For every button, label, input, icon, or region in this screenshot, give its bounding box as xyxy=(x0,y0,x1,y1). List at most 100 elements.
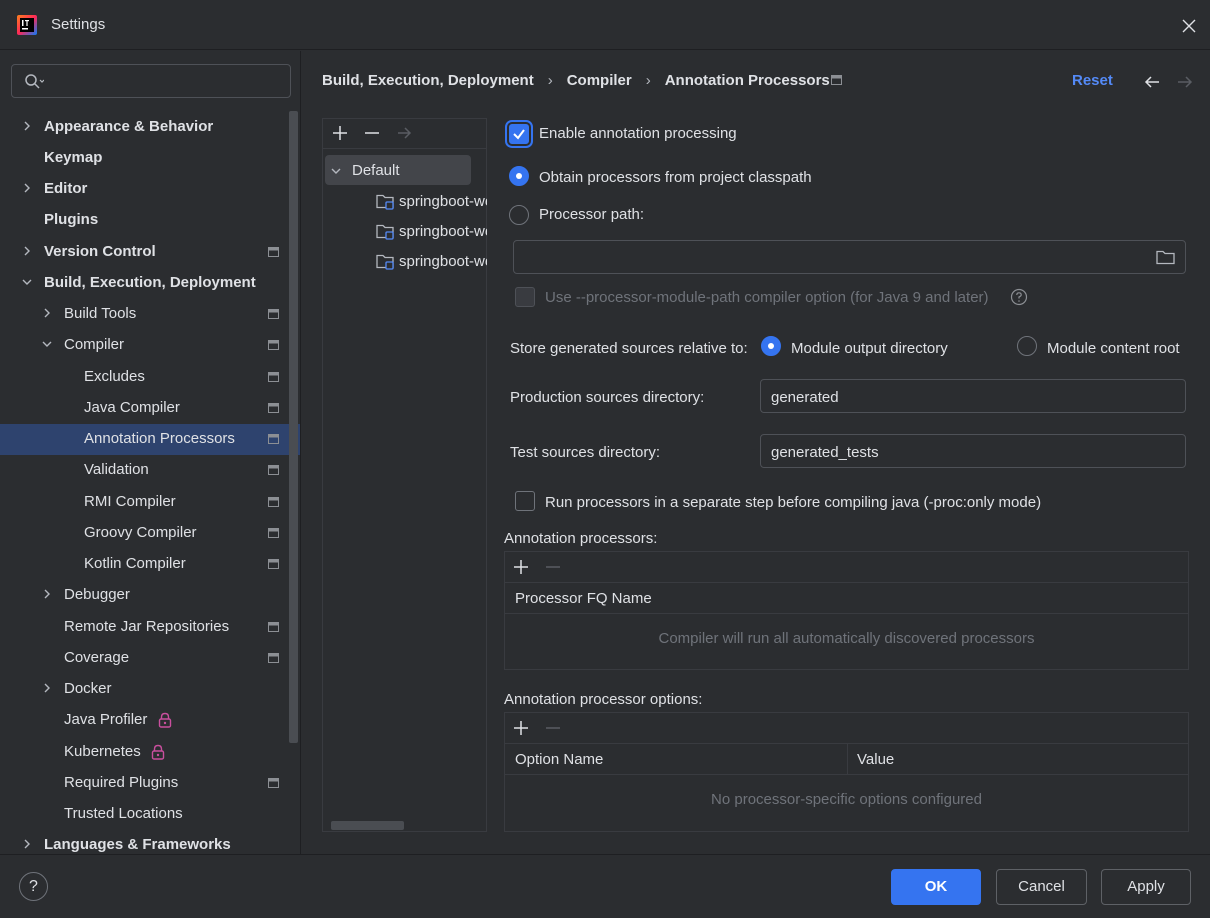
processors-toolbar xyxy=(505,552,1188,583)
chevron-right-icon[interactable] xyxy=(41,588,53,600)
sidebar-item[interactable]: Required Plugins xyxy=(0,768,300,799)
remove-option-icon[interactable] xyxy=(544,719,562,737)
module-output-directory-label[interactable]: Module output directory xyxy=(791,340,948,357)
sidebar-item[interactable]: Groovy Compiler xyxy=(0,518,300,549)
lock-icon xyxy=(151,744,165,760)
add-option-icon[interactable] xyxy=(512,719,530,737)
help-button[interactable]: ? xyxy=(19,872,48,901)
module-content-root-label[interactable]: Module content root xyxy=(1047,340,1180,357)
obtain-from-classpath-radio[interactable] xyxy=(509,166,529,186)
breadcrumb-item[interactable]: Build, Execution, Deployment xyxy=(322,72,534,89)
add-profile-icon[interactable] xyxy=(331,124,349,142)
chevron-right-icon[interactable] xyxy=(21,182,33,194)
sidebar-item[interactable]: RMI Compiler xyxy=(0,487,300,518)
sidebar-item[interactable]: Java Profiler xyxy=(0,705,300,736)
production-sources-input[interactable] xyxy=(771,387,1153,407)
sidebar-item[interactable]: Validation xyxy=(0,455,300,486)
sidebar-item[interactable]: Appearance & Behavior xyxy=(0,112,300,143)
profile-module-item[interactable]: springboot-web xyxy=(374,219,487,247)
sidebar-item[interactable]: Trusted Locations xyxy=(0,799,300,830)
chevron-down-icon[interactable] xyxy=(330,165,342,177)
breadcrumb-item[interactable]: Compiler xyxy=(567,72,632,89)
sidebar-item[interactable]: Debugger xyxy=(0,580,300,611)
chevron-right-icon[interactable] xyxy=(21,245,33,257)
chevron-down-icon[interactable] xyxy=(41,338,53,350)
sidebar-item[interactable]: Kubernetes xyxy=(0,737,300,768)
sidebar-item[interactable]: Docker xyxy=(0,674,300,705)
processor-path-field[interactable] xyxy=(513,240,1186,274)
separate-step-checkbox[interactable] xyxy=(515,491,535,511)
sidebar-item[interactable]: Build, Execution, Deployment xyxy=(0,268,300,299)
sidebar-item[interactable]: Editor xyxy=(0,174,300,205)
sidebar-item[interactable]: Annotation Processors xyxy=(0,424,300,455)
test-sources-label: Test sources directory: xyxy=(510,444,661,461)
test-sources-field[interactable] xyxy=(760,434,1186,468)
processor-options-table: Option Name Value No processor-specific … xyxy=(504,712,1189,832)
forward-arrow-icon[interactable] xyxy=(1176,74,1194,90)
chevron-right-icon[interactable] xyxy=(41,307,53,319)
chevron-right-icon[interactable] xyxy=(21,838,33,850)
test-sources-input[interactable] xyxy=(771,442,1153,462)
project-scope-icon xyxy=(268,528,280,539)
breadcrumb-item: Annotation Processors xyxy=(664,71,830,89)
module-content-root-radio[interactable] xyxy=(1017,336,1037,356)
sidebar-item[interactable]: Build Tools xyxy=(0,299,300,330)
profile-module-item[interactable]: springboot-web xyxy=(374,249,487,277)
search-input[interactable] xyxy=(54,71,279,91)
sidebar-item[interactable]: Keymap xyxy=(0,143,300,174)
chevron-right-icon[interactable] xyxy=(41,682,53,694)
processor-path-radio[interactable] xyxy=(509,205,529,225)
sidebar-item[interactable]: Remote Jar Repositories xyxy=(0,612,300,643)
project-scope-icon xyxy=(268,559,280,570)
sidebar-item[interactable]: Coverage xyxy=(0,643,300,674)
move-to-icon[interactable] xyxy=(395,124,413,142)
obtain-from-classpath-label[interactable]: Obtain processors from project classpath xyxy=(539,169,812,186)
sidebar-item[interactable]: Excludes xyxy=(0,362,300,393)
module-label: springboot-web xyxy=(399,253,487,270)
browse-folder-icon[interactable] xyxy=(1156,249,1175,265)
module-folder-icon xyxy=(376,193,396,211)
chevron-down-icon[interactable] xyxy=(21,276,33,288)
sidebar-item-label: Keymap xyxy=(44,149,103,166)
empty-table-message: Compiler will run all automatically disc… xyxy=(658,630,1035,647)
column-header[interactable]: Value xyxy=(857,751,894,768)
processor-path-input[interactable] xyxy=(524,248,1128,268)
project-scope-icon xyxy=(268,653,280,664)
sidebar-scrollbar[interactable] xyxy=(289,111,298,743)
back-arrow-icon[interactable] xyxy=(1143,74,1161,90)
ok-button[interactable]: OK xyxy=(891,869,981,905)
title-bar xyxy=(0,0,1210,50)
reset-link[interactable]: Reset xyxy=(1072,72,1113,89)
remove-processor-icon[interactable] xyxy=(544,558,562,576)
cancel-button[interactable]: Cancel xyxy=(996,869,1087,905)
profile-module-item[interactable]: springboot-web xyxy=(374,189,487,217)
production-sources-field[interactable] xyxy=(760,379,1186,413)
profile-default[interactable]: Default xyxy=(325,155,471,185)
sidebar-item-label: Compiler xyxy=(64,336,125,353)
enable-annotation-processing-checkbox[interactable] xyxy=(509,124,529,144)
apply-button[interactable]: Apply xyxy=(1101,869,1191,905)
help-circle-icon[interactable] xyxy=(1010,288,1028,306)
add-processor-icon[interactable] xyxy=(512,558,530,576)
column-header[interactable]: Processor FQ Name xyxy=(515,590,652,607)
enable-annotation-processing-label[interactable]: Enable annotation processing xyxy=(539,125,737,142)
remove-profile-icon[interactable] xyxy=(363,124,381,142)
profiles-horizontal-scrollbar[interactable] xyxy=(331,821,404,830)
options-table-header: Option Name Value xyxy=(505,744,1188,775)
settings-search-field[interactable] xyxy=(11,64,291,98)
close-icon[interactable] xyxy=(1178,15,1200,37)
module-output-directory-radio[interactable] xyxy=(761,336,781,356)
sidebar-item[interactable]: Plugins xyxy=(0,205,300,236)
column-header[interactable]: Option Name xyxy=(515,751,603,768)
sidebar-item-label: RMI Compiler xyxy=(84,493,176,510)
column-divider[interactable] xyxy=(847,744,848,774)
processor-path-label[interactable]: Processor path: xyxy=(539,206,644,223)
chevron-right-icon[interactable] xyxy=(21,120,33,132)
sidebar-item[interactable]: Version Control xyxy=(0,237,300,268)
sidebar-item[interactable]: Java Compiler xyxy=(0,393,300,424)
sidebar-item[interactable]: Compiler xyxy=(0,330,300,361)
sidebar-item[interactable]: Kotlin Compiler xyxy=(0,549,300,580)
processor-module-path-checkbox[interactable] xyxy=(515,287,535,307)
separate-step-label[interactable]: Run processors in a separate step before… xyxy=(545,494,1041,511)
panel-divider[interactable] xyxy=(300,51,301,854)
